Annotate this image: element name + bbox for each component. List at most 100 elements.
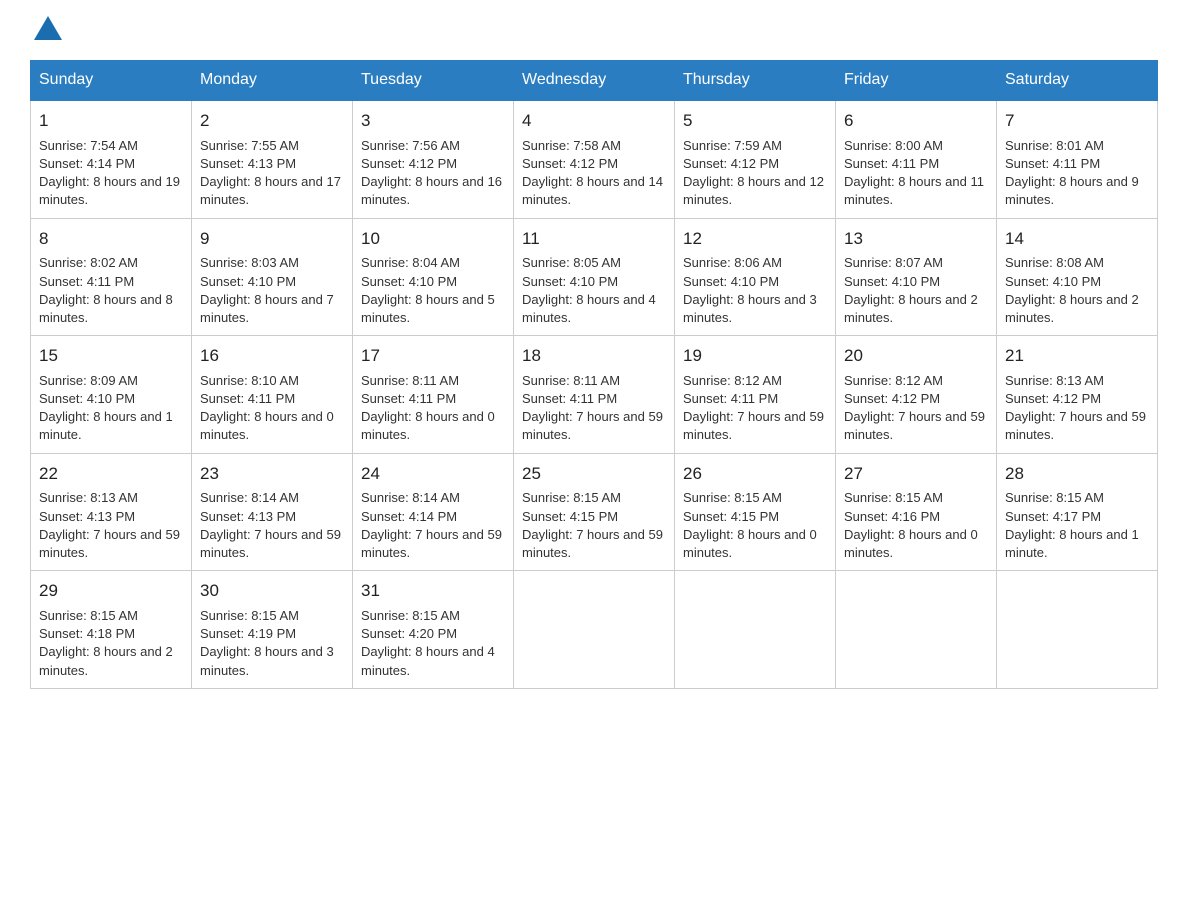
day-info: Sunrise: 8:13 AMSunset: 4:13 PMDaylight:… — [39, 490, 180, 560]
day-number: 18 — [522, 344, 666, 368]
day-number: 21 — [1005, 344, 1149, 368]
calendar-cell: 18 Sunrise: 8:11 AMSunset: 4:11 PMDaylig… — [514, 336, 675, 454]
calendar-cell: 14 Sunrise: 8:08 AMSunset: 4:10 PMDaylig… — [997, 218, 1158, 336]
day-number: 17 — [361, 344, 505, 368]
day-number: 27 — [844, 462, 988, 486]
day-number: 4 — [522, 109, 666, 133]
header-tuesday: Tuesday — [353, 61, 514, 101]
day-info: Sunrise: 8:15 AMSunset: 4:20 PMDaylight:… — [361, 608, 495, 678]
day-number: 8 — [39, 227, 183, 251]
calendar-cell: 15 Sunrise: 8:09 AMSunset: 4:10 PMDaylig… — [31, 336, 192, 454]
calendar-cell: 25 Sunrise: 8:15 AMSunset: 4:15 PMDaylig… — [514, 453, 675, 571]
day-info: Sunrise: 8:15 AMSunset: 4:16 PMDaylight:… — [844, 490, 978, 560]
day-number: 20 — [844, 344, 988, 368]
calendar-cell: 31 Sunrise: 8:15 AMSunset: 4:20 PMDaylig… — [353, 571, 514, 689]
day-info: Sunrise: 8:02 AMSunset: 4:11 PMDaylight:… — [39, 255, 173, 325]
day-info: Sunrise: 8:13 AMSunset: 4:12 PMDaylight:… — [1005, 373, 1146, 443]
day-info: Sunrise: 8:11 AMSunset: 4:11 PMDaylight:… — [361, 373, 495, 443]
calendar-cell: 13 Sunrise: 8:07 AMSunset: 4:10 PMDaylig… — [836, 218, 997, 336]
day-number: 7 — [1005, 109, 1149, 133]
calendar-week-row: 8 Sunrise: 8:02 AMSunset: 4:11 PMDayligh… — [31, 218, 1158, 336]
calendar-cell: 10 Sunrise: 8:04 AMSunset: 4:10 PMDaylig… — [353, 218, 514, 336]
calendar-cell: 4 Sunrise: 7:58 AMSunset: 4:12 PMDayligh… — [514, 100, 675, 218]
day-number: 30 — [200, 579, 344, 603]
calendar-cell: 27 Sunrise: 8:15 AMSunset: 4:16 PMDaylig… — [836, 453, 997, 571]
day-info: Sunrise: 8:01 AMSunset: 4:11 PMDaylight:… — [1005, 138, 1139, 208]
day-number: 14 — [1005, 227, 1149, 251]
day-info: Sunrise: 7:59 AMSunset: 4:12 PMDaylight:… — [683, 138, 824, 208]
day-info: Sunrise: 8:08 AMSunset: 4:10 PMDaylight:… — [1005, 255, 1139, 325]
calendar-table: Sunday Monday Tuesday Wednesday Thursday… — [30, 60, 1158, 689]
calendar-cell — [836, 571, 997, 689]
calendar-body: 1 Sunrise: 7:54 AMSunset: 4:14 PMDayligh… — [31, 100, 1158, 688]
day-info: Sunrise: 7:56 AMSunset: 4:12 PMDaylight:… — [361, 138, 502, 208]
calendar-cell: 24 Sunrise: 8:14 AMSunset: 4:14 PMDaylig… — [353, 453, 514, 571]
calendar-cell: 1 Sunrise: 7:54 AMSunset: 4:14 PMDayligh… — [31, 100, 192, 218]
calendar-cell: 22 Sunrise: 8:13 AMSunset: 4:13 PMDaylig… — [31, 453, 192, 571]
day-number: 2 — [200, 109, 344, 133]
day-info: Sunrise: 8:06 AMSunset: 4:10 PMDaylight:… — [683, 255, 817, 325]
calendar-week-row: 1 Sunrise: 7:54 AMSunset: 4:14 PMDayligh… — [31, 100, 1158, 218]
day-number: 13 — [844, 227, 988, 251]
page-header — [30, 20, 1158, 40]
day-number: 6 — [844, 109, 988, 133]
day-number: 16 — [200, 344, 344, 368]
calendar-cell: 30 Sunrise: 8:15 AMSunset: 4:19 PMDaylig… — [192, 571, 353, 689]
day-number: 24 — [361, 462, 505, 486]
day-number: 26 — [683, 462, 827, 486]
logo — [30, 20, 62, 40]
calendar-cell: 6 Sunrise: 8:00 AMSunset: 4:11 PMDayligh… — [836, 100, 997, 218]
day-info: Sunrise: 8:15 AMSunset: 4:17 PMDaylight:… — [1005, 490, 1139, 560]
header-sunday: Sunday — [31, 61, 192, 101]
day-number: 29 — [39, 579, 183, 603]
calendar-cell — [675, 571, 836, 689]
day-info: Sunrise: 8:04 AMSunset: 4:10 PMDaylight:… — [361, 255, 495, 325]
calendar-cell: 26 Sunrise: 8:15 AMSunset: 4:15 PMDaylig… — [675, 453, 836, 571]
calendar-cell — [514, 571, 675, 689]
day-info: Sunrise: 8:15 AMSunset: 4:19 PMDaylight:… — [200, 608, 334, 678]
day-info: Sunrise: 8:12 AMSunset: 4:12 PMDaylight:… — [844, 373, 985, 443]
calendar-week-row: 22 Sunrise: 8:13 AMSunset: 4:13 PMDaylig… — [31, 453, 1158, 571]
calendar-cell: 16 Sunrise: 8:10 AMSunset: 4:11 PMDaylig… — [192, 336, 353, 454]
day-number: 9 — [200, 227, 344, 251]
calendar-cell: 23 Sunrise: 8:14 AMSunset: 4:13 PMDaylig… — [192, 453, 353, 571]
day-info: Sunrise: 8:15 AMSunset: 4:15 PMDaylight:… — [683, 490, 817, 560]
calendar-cell: 21 Sunrise: 8:13 AMSunset: 4:12 PMDaylig… — [997, 336, 1158, 454]
day-number: 23 — [200, 462, 344, 486]
calendar-cell: 17 Sunrise: 8:11 AMSunset: 4:11 PMDaylig… — [353, 336, 514, 454]
day-number: 22 — [39, 462, 183, 486]
day-number: 3 — [361, 109, 505, 133]
calendar-week-row: 15 Sunrise: 8:09 AMSunset: 4:10 PMDaylig… — [31, 336, 1158, 454]
day-info: Sunrise: 8:14 AMSunset: 4:13 PMDaylight:… — [200, 490, 341, 560]
calendar-cell: 29 Sunrise: 8:15 AMSunset: 4:18 PMDaylig… — [31, 571, 192, 689]
day-number: 28 — [1005, 462, 1149, 486]
day-info: Sunrise: 8:00 AMSunset: 4:11 PMDaylight:… — [844, 138, 984, 208]
day-info: Sunrise: 8:12 AMSunset: 4:11 PMDaylight:… — [683, 373, 824, 443]
day-number: 31 — [361, 579, 505, 603]
calendar-cell: 28 Sunrise: 8:15 AMSunset: 4:17 PMDaylig… — [997, 453, 1158, 571]
day-info: Sunrise: 7:58 AMSunset: 4:12 PMDaylight:… — [522, 138, 663, 208]
day-info: Sunrise: 8:14 AMSunset: 4:14 PMDaylight:… — [361, 490, 502, 560]
day-number: 12 — [683, 227, 827, 251]
day-number: 25 — [522, 462, 666, 486]
calendar-header: Sunday Monday Tuesday Wednesday Thursday… — [31, 61, 1158, 101]
header-friday: Friday — [836, 61, 997, 101]
day-info: Sunrise: 8:15 AMSunset: 4:18 PMDaylight:… — [39, 608, 173, 678]
day-info: Sunrise: 8:05 AMSunset: 4:10 PMDaylight:… — [522, 255, 656, 325]
calendar-cell: 12 Sunrise: 8:06 AMSunset: 4:10 PMDaylig… — [675, 218, 836, 336]
calendar-cell: 8 Sunrise: 8:02 AMSunset: 4:11 PMDayligh… — [31, 218, 192, 336]
calendar-cell: 9 Sunrise: 8:03 AMSunset: 4:10 PMDayligh… — [192, 218, 353, 336]
calendar-cell: 3 Sunrise: 7:56 AMSunset: 4:12 PMDayligh… — [353, 100, 514, 218]
day-info: Sunrise: 8:10 AMSunset: 4:11 PMDaylight:… — [200, 373, 334, 443]
calendar-week-row: 29 Sunrise: 8:15 AMSunset: 4:18 PMDaylig… — [31, 571, 1158, 689]
day-info: Sunrise: 8:15 AMSunset: 4:15 PMDaylight:… — [522, 490, 663, 560]
header-saturday: Saturday — [997, 61, 1158, 101]
day-info: Sunrise: 8:03 AMSunset: 4:10 PMDaylight:… — [200, 255, 334, 325]
header-monday: Monday — [192, 61, 353, 101]
day-info: Sunrise: 8:09 AMSunset: 4:10 PMDaylight:… — [39, 373, 173, 443]
calendar-cell — [997, 571, 1158, 689]
day-info: Sunrise: 7:54 AMSunset: 4:14 PMDaylight:… — [39, 138, 180, 208]
calendar-cell: 20 Sunrise: 8:12 AMSunset: 4:12 PMDaylig… — [836, 336, 997, 454]
calendar-cell: 7 Sunrise: 8:01 AMSunset: 4:11 PMDayligh… — [997, 100, 1158, 218]
header-wednesday: Wednesday — [514, 61, 675, 101]
